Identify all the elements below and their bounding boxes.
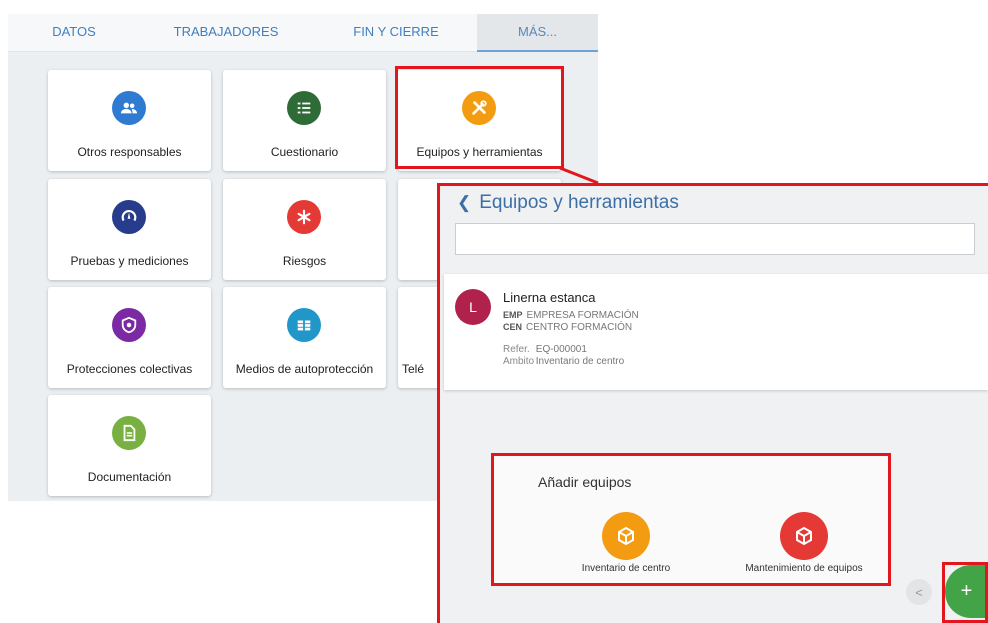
- emp-value: EMPRESA FORMACIÓN: [526, 310, 639, 321]
- box-icon: [796, 526, 812, 546]
- tile-documentacion[interactable]: Documentación: [48, 395, 211, 496]
- tab-datos[interactable]: DATOS: [8, 14, 140, 52]
- shield-icon: [112, 308, 146, 342]
- gauge-icon: [112, 200, 146, 234]
- avatar: L: [455, 289, 491, 325]
- people-icon: [112, 91, 146, 125]
- item-ambito: Ambito Inventario de centro: [503, 356, 624, 367]
- add-fab-button[interactable]: +: [945, 565, 988, 618]
- add-equipment-menu: Añadir equipos Inventario de centro Mant…: [494, 456, 891, 586]
- screenshot-root: DATOS TRABAJADORES FIN Y CIERRE MÁS... O…: [0, 0, 988, 623]
- cen-value: CENTRO FORMACIÓN: [526, 322, 633, 333]
- page-title: Equipos y herramientas: [479, 192, 679, 213]
- tools-icon: [462, 91, 496, 125]
- item-empresa: EMP EMPRESA FORMACIÓN: [503, 310, 639, 321]
- tile-label: Medios de autoprotección: [235, 362, 374, 376]
- search-input[interactable]: [455, 223, 975, 255]
- tab-mas[interactable]: MÁS...: [477, 14, 598, 52]
- item-centro: CEN CENTRO FORMACIÓN: [503, 322, 632, 333]
- tile-cuestionario[interactable]: Cuestionario: [223, 70, 386, 171]
- tile-label: Cuestionario: [270, 145, 339, 159]
- ref-key: Refer.: [503, 344, 530, 355]
- inventario-button[interactable]: [602, 512, 650, 560]
- tab-bar: DATOS TRABAJADORES FIN Y CIERRE MÁS...: [8, 14, 598, 52]
- amb-key: Ambito: [503, 356, 535, 367]
- tile-label: Riesgos: [282, 254, 327, 268]
- tile-equipos-y-herramientas[interactable]: Equipos y herramientas: [398, 70, 561, 171]
- tile-label: Equipos y herramientas: [416, 145, 543, 159]
- ref-value: EQ-000001: [535, 344, 587, 355]
- equipment-list-item[interactable]: L Linerna estanca EMP EMPRESA FORMACIÓN C…: [444, 274, 988, 390]
- add-menu-title: Añadir equipos: [538, 474, 632, 490]
- collapse-button[interactable]: <: [906, 579, 932, 605]
- tab-fin-y-cierre[interactable]: FIN Y CIERRE: [330, 14, 462, 52]
- mantenimiento-label: Mantenimiento de equipos: [745, 563, 863, 574]
- tile-pruebas-y-mediciones[interactable]: Pruebas y mediciones: [48, 179, 211, 280]
- mantenimiento-button[interactable]: [780, 512, 828, 560]
- emp-key: EMP: [503, 310, 523, 320]
- tab-trabajadores[interactable]: TRABAJADORES: [160, 14, 292, 52]
- inventario-label: Inventario de centro: [581, 563, 671, 574]
- list-icon: [287, 91, 321, 125]
- tile-otros-responsables[interactable]: Otros responsables: [48, 70, 211, 171]
- tile-label: Otros responsables: [77, 145, 182, 159]
- zoom-header: ❮ Equipos y herramientas: [457, 192, 679, 214]
- tile-medios-de-autoproteccion[interactable]: Medios de autoprotección: [223, 287, 386, 388]
- amb-value: Inventario de centro: [535, 356, 625, 367]
- asterisk-icon: [287, 200, 321, 234]
- tile-protecciones-colectivas[interactable]: Protecciones colectivas: [48, 287, 211, 388]
- box-icon: [618, 526, 634, 546]
- document-icon: [112, 416, 146, 450]
- extinguisher-icon: [287, 308, 321, 342]
- tile-label: Protecciones colectivas: [66, 362, 193, 376]
- back-chevron-icon[interactable]: ❮: [457, 193, 471, 213]
- item-refer: Refer. EQ-000001: [503, 344, 587, 355]
- tile-label: Documentación: [87, 470, 172, 484]
- tile-label: Pruebas y mediciones: [70, 254, 189, 268]
- cen-key: CEN: [503, 322, 523, 332]
- item-title: Linerna estanca: [503, 290, 596, 305]
- tile-riesgos[interactable]: Riesgos: [223, 179, 386, 280]
